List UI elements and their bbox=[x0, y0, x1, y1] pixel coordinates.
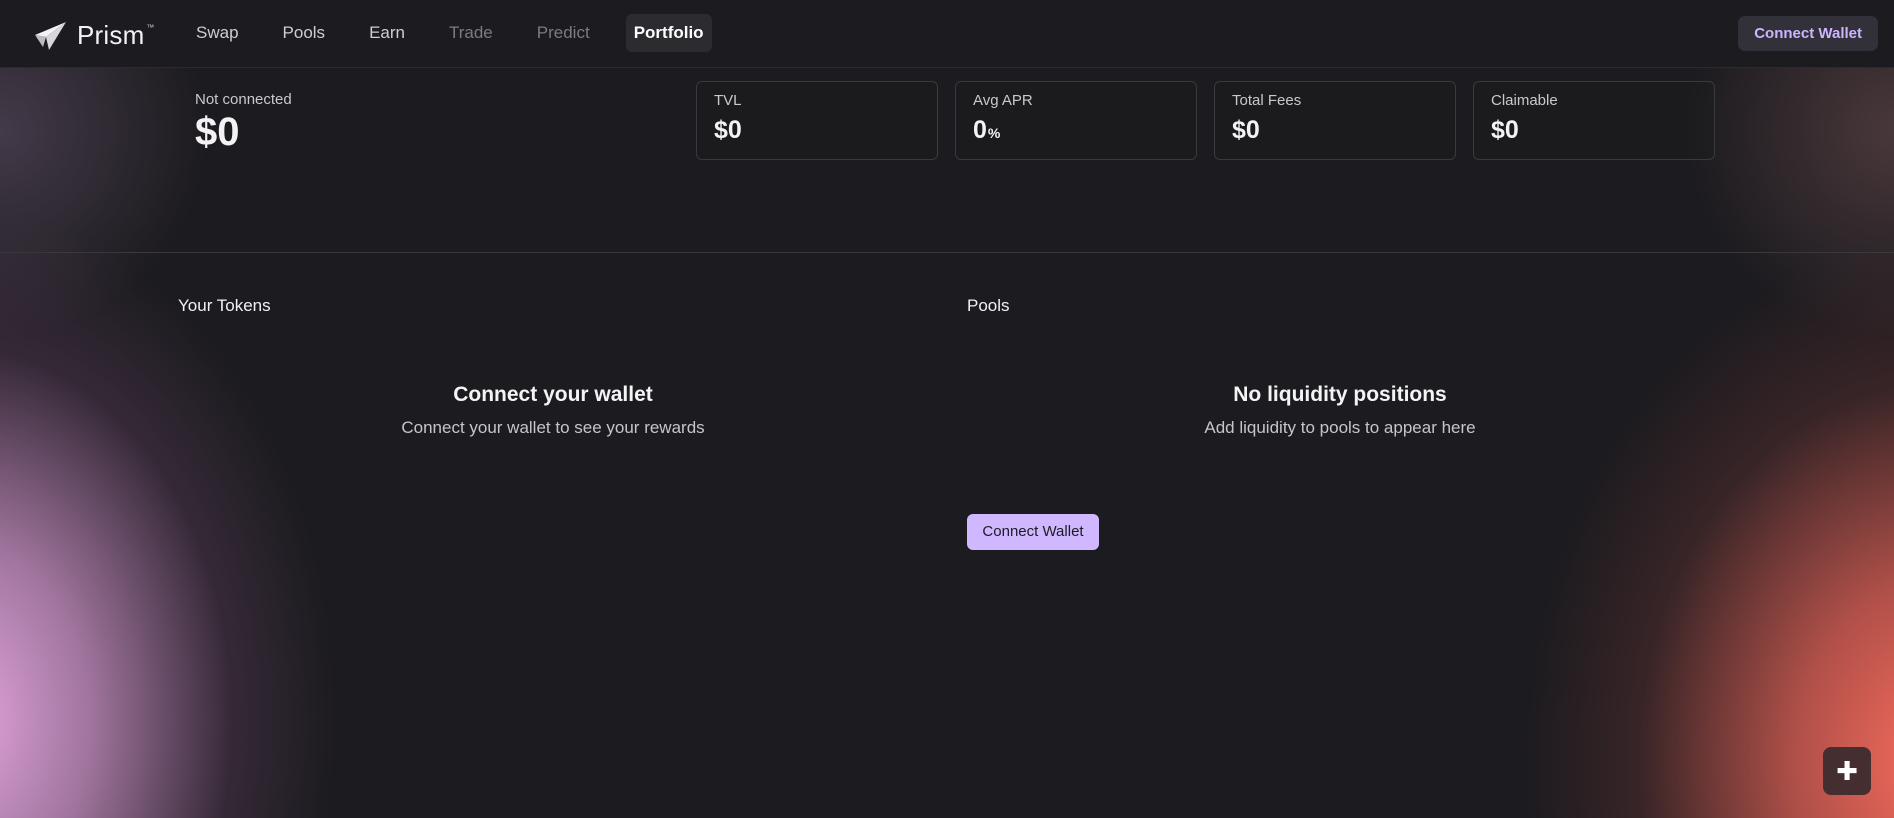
empty-state-title: Connect your wallet bbox=[453, 383, 653, 406]
portfolio-summary bbox=[0, 68, 1894, 253]
pools-empty-state: No liquidity positions Add liquidity to … bbox=[1060, 383, 1620, 438]
empty-state-title: No liquidity positions bbox=[1233, 383, 1447, 406]
pools-section-title: Pools bbox=[967, 296, 1010, 315]
floating-action-button[interactable]: ✚ bbox=[1823, 747, 1871, 795]
plus-icon: ✚ bbox=[1836, 756, 1858, 786]
nav-item-swap[interactable]: Swap bbox=[188, 14, 247, 52]
connect-wallet-button[interactable]: Connect Wallet bbox=[967, 514, 1099, 550]
nav-item-portfolio[interactable]: Portfolio bbox=[625, 14, 712, 52]
nav-item-earn[interactable]: Earn bbox=[361, 14, 413, 52]
tokens-section-title: Your Tokens bbox=[178, 296, 271, 315]
header-connect-wallet-button[interactable]: Connect Wallet bbox=[1738, 16, 1878, 51]
nav-item-predict[interactable]: Predict bbox=[529, 14, 598, 52]
prism-logo[interactable]: Prism ™ bbox=[35, 20, 155, 51]
app-name: Prism ™ bbox=[77, 20, 155, 50]
prism-logo-icon bbox=[35, 21, 66, 50]
empty-state-description: Add liquidity to pools to appear here bbox=[1204, 418, 1476, 437]
nav-item-pools[interactable]: Pools bbox=[275, 14, 334, 52]
tokens-empty-state: Connect your wallet Connect your wallet … bbox=[273, 383, 833, 438]
nav-item-trade[interactable]: Trade bbox=[441, 14, 501, 52]
main-nav: Swap Pools Earn Trade Predict Portfolio bbox=[188, 14, 740, 52]
empty-state-description: Connect your wallet to see your rewards bbox=[401, 418, 705, 437]
top-navigation-bar: Prism ™ Swap Pools Earn Trade Predict Por… bbox=[0, 0, 1894, 68]
trademark-mark: ™ bbox=[146, 23, 155, 32]
